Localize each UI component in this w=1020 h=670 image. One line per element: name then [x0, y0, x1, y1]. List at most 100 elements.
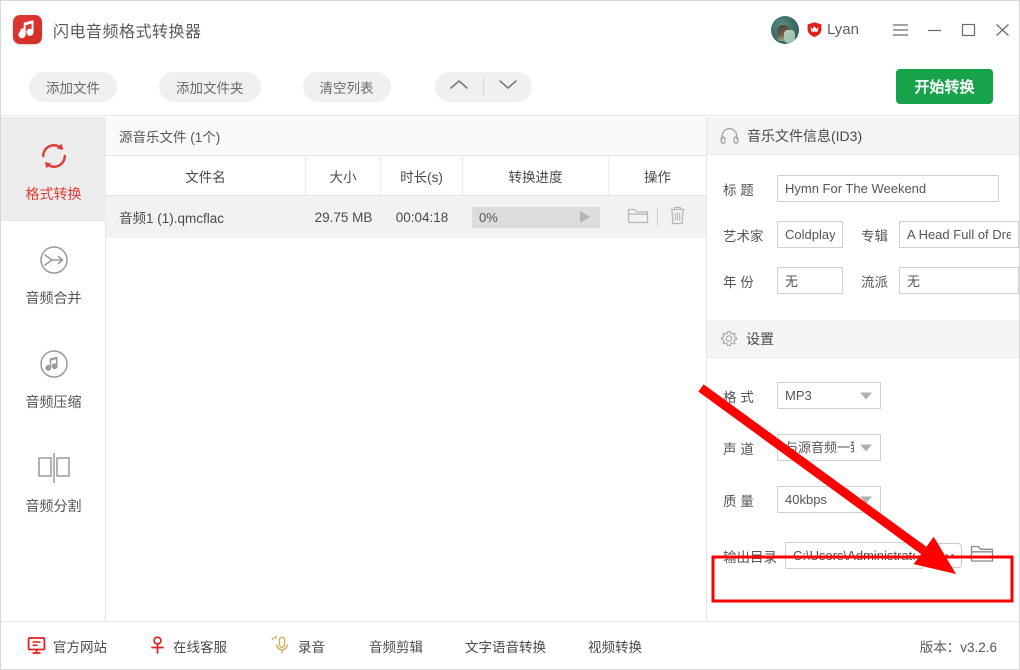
status-item-label: 文字语音转换	[465, 639, 546, 655]
add-folder-button[interactable]: 添加文件夹	[159, 71, 261, 102]
status-video-convert[interactable]: 视频转换	[588, 636, 642, 656]
minimize-icon[interactable]	[917, 10, 951, 50]
id3-year-label: 年 份	[723, 274, 754, 290]
column-header-size: 大小	[306, 156, 381, 195]
progress-bar: 0%	[472, 206, 600, 228]
maximize-icon[interactable]	[951, 10, 985, 50]
id3-title-label: 标 题	[723, 182, 754, 198]
settings-section-header: 设置	[707, 320, 1019, 358]
status-item-label: 音频剪辑	[369, 639, 423, 655]
close-icon[interactable]	[985, 10, 1019, 50]
id3-artist-label: 艺术家	[723, 228, 764, 244]
merge-arrows-icon	[35, 238, 73, 282]
application-window: 闪电音频格式转换器 Lyan 添加文件 添加文件夹 清空列表 开始转换 格式转换…	[0, 0, 1020, 670]
file-list-pane: 源音乐文件 (1个) 文件名 大小 时长(s) 转换进度 操作 音频1 (1).…	[106, 117, 707, 622]
id3-year-genre-row: 年 份 流派	[707, 267, 1019, 294]
id3-section-header: 音乐文件信息(ID3)	[707, 117, 1019, 155]
vip-crown-icon	[806, 21, 823, 38]
id3-genre-input[interactable]	[899, 267, 1019, 294]
chevron-down-icon	[498, 78, 518, 96]
cell-filename: 音频1 (1).qmcflac	[119, 211, 225, 226]
sidebar: 格式转换 音频合并 音频压缩 音频分割	[1, 117, 106, 622]
move-down-button[interactable]	[484, 72, 532, 102]
ellipsis-button-icon	[950, 554, 954, 557]
music-note-circle-icon	[35, 342, 73, 386]
table-row[interactable]: 音频1 (1).qmcflac 29.75 MB 00:04:18 0%	[106, 196, 706, 238]
output-directory-input[interactable]	[785, 542, 923, 569]
reorder-button-group	[434, 71, 532, 102]
trash-icon	[668, 205, 687, 229]
clear-list-button[interactable]: 清空列表	[302, 71, 391, 102]
column-header-progress: 转换进度	[463, 156, 609, 195]
row-open-folder-button[interactable]	[619, 206, 657, 228]
status-item-label: 录音	[298, 639, 325, 655]
app-logo: 闪电音频格式转换器	[13, 15, 202, 44]
id3-title-input[interactable]	[777, 175, 999, 202]
status-text-to-speech[interactable]: 文字语音转换	[465, 636, 546, 656]
quality-select-wrap: 40kbps64kbps128kbps192kbps320kbps	[777, 486, 881, 513]
channel-select-wrap: 与源音频一致单声道立体声	[777, 434, 881, 461]
right-panel: 音乐文件信息(ID3) 标 题 艺术家 专辑 年 份 流派	[707, 117, 1019, 622]
ellipsis-button-icon	[944, 554, 948, 557]
music-note-lightning-icon	[13, 15, 42, 44]
play-triangle-icon[interactable]	[580, 211, 590, 223]
settings-section-title: 设置	[746, 330, 774, 347]
title-bar: 闪电音频格式转换器 Lyan	[1, 1, 1019, 58]
status-item-label: 在线客服	[173, 639, 227, 655]
progress-value: 0%	[479, 209, 498, 225]
id3-artist-album-row: 艺术家 专辑	[707, 221, 1019, 248]
person-support-icon	[149, 636, 166, 655]
add-file-button[interactable]: 添加文件	[29, 71, 117, 102]
format-select[interactable]: MP3WAVFLACAACM4AOGGWMA	[777, 382, 881, 409]
format-select-wrap: MP3WAVFLACAACM4AOGGWMA	[777, 382, 881, 409]
id3-album-input[interactable]	[899, 221, 1019, 248]
sidebar-item-audio-split[interactable]: 音频分割	[1, 429, 106, 533]
refresh-circle-icon	[35, 134, 73, 178]
id3-album-label: 专辑	[861, 228, 888, 244]
column-header-operations: 操作	[644, 169, 671, 185]
id3-year-input[interactable]	[777, 267, 843, 294]
sidebar-item-format-convert[interactable]: 格式转换	[1, 117, 106, 221]
id3-genre-label: 流派	[861, 274, 888, 290]
column-header-filename: 文件名	[106, 156, 306, 195]
app-title: 闪电音频格式转换器	[53, 23, 202, 41]
hamburger-menu-icon[interactable]	[883, 10, 917, 50]
sidebar-item-label: 音频分割	[25, 498, 82, 514]
start-convert-button[interactable]: 开始转换	[896, 69, 993, 104]
monitor-icon	[27, 636, 46, 655]
output-directory-row: 输出目录	[707, 542, 1019, 569]
open-output-folder-button[interactable]	[970, 543, 994, 569]
username-label: Lyan	[827, 21, 859, 38]
sidebar-item-audio-merge[interactable]: 音频合并	[1, 221, 106, 325]
id3-artist-input[interactable]	[777, 221, 843, 248]
cell-duration: 00:04:18	[395, 209, 449, 225]
file-list-caption: 源音乐文件 (1个)	[106, 117, 706, 156]
browse-directory-button[interactable]	[930, 543, 962, 568]
main-toolbar: 添加文件 添加文件夹 清空列表 开始转换	[1, 58, 1019, 116]
status-official-website[interactable]: 官方网站	[27, 636, 107, 656]
ellipsis-button-icon	[938, 554, 942, 557]
move-up-button[interactable]	[435, 72, 483, 102]
status-item-label: 视频转换	[588, 639, 642, 655]
sidebar-item-label: 音频压缩	[25, 394, 82, 410]
quality-select[interactable]: 40kbps64kbps128kbps192kbps320kbps	[777, 486, 881, 513]
user-avatar[interactable]	[771, 15, 800, 44]
quality-row: 质 量 40kbps64kbps128kbps192kbps320kbps	[707, 486, 1019, 513]
split-squares-icon	[34, 446, 74, 490]
headphones-icon	[720, 127, 739, 144]
sidebar-item-audio-compress[interactable]: 音频压缩	[1, 325, 106, 429]
gear-icon	[720, 330, 738, 348]
format-label: 格 式	[723, 389, 754, 405]
status-bar: 官方网站 在线客服 录音 音频剪辑 文字语音转换 视频转换 版本：v3.2.6	[1, 621, 1019, 669]
channel-select[interactable]: 与源音频一致单声道立体声	[777, 434, 881, 461]
status-recording[interactable]: 录音	[271, 635, 325, 656]
file-list-header: 文件名 大小 时长(s) 转换进度 操作	[106, 156, 706, 196]
microphone-icon	[271, 635, 291, 656]
channel-row: 声 道 与源音频一致单声道立体声	[707, 434, 1019, 461]
row-delete-button[interactable]	[658, 205, 696, 229]
format-row: 格 式 MP3WAVFLACAACM4AOGGWMA	[707, 382, 1019, 409]
version-label: 版本：v3.2.6	[919, 639, 997, 655]
window-controls	[883, 10, 1019, 50]
status-audio-editor[interactable]: 音频剪辑	[369, 636, 423, 656]
status-online-support[interactable]: 在线客服	[149, 636, 227, 656]
